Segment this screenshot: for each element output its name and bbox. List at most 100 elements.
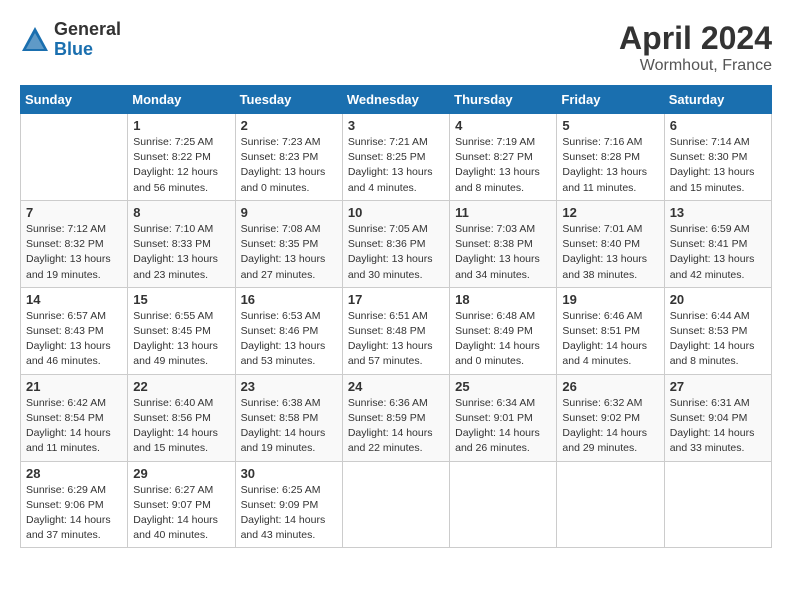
day-info: Sunrise: 7:14 AM Sunset: 8:30 PM Dayligh… bbox=[670, 135, 766, 196]
calendar-cell: 25Sunrise: 6:34 AM Sunset: 9:01 PM Dayli… bbox=[450, 374, 557, 461]
calendar-cell: 30 Sunrise: 6:25 AM Sunset: 9:09 PM Dayli… bbox=[235, 461, 342, 548]
day-number: 1 bbox=[133, 118, 229, 133]
calendar-body: 1 Sunrise: 7:25 AM Sunset: 8:22 PM Daylig… bbox=[21, 114, 772, 548]
day-number: 18 bbox=[455, 292, 551, 307]
logo-text: General Blue bbox=[54, 20, 121, 60]
day-info: Sunrise: 7:05 AM Sunset: 8:36 PM Dayligh… bbox=[348, 222, 444, 283]
day-number: 11 bbox=[455, 205, 551, 220]
calendar-cell: 9 Sunrise: 7:08 AM Sunset: 8:35 PM Daylig… bbox=[235, 200, 342, 287]
day-number: 30 bbox=[241, 466, 337, 481]
calendar-cell: 8 Sunrise: 7:10 AM Sunset: 8:33 PM Daylig… bbox=[128, 200, 235, 287]
calendar-cell: 29 Sunrise: 6:27 AM Sunset: 9:07 PM Dayli… bbox=[128, 461, 235, 548]
calendar-week-2: 7 Sunrise: 7:12 AM Sunset: 8:32 PM Daylig… bbox=[21, 200, 772, 287]
calendar-cell: 12Sunrise: 7:01 AM Sunset: 8:40 PM Dayli… bbox=[557, 200, 664, 287]
day-number: 17 bbox=[348, 292, 444, 307]
calendar-week-4: 21Sunrise: 6:42 AM Sunset: 8:54 PM Dayli… bbox=[21, 374, 772, 461]
day-number: 26 bbox=[562, 379, 658, 394]
day-number: 3 bbox=[348, 118, 444, 133]
day-info: Sunrise: 6:25 AM Sunset: 9:09 PM Dayligh… bbox=[241, 483, 337, 544]
calendar-cell: 18 Sunrise: 6:48 AM Sunset: 8:49 PM Dayli… bbox=[450, 287, 557, 374]
day-info: Sunrise: 6:51 AM Sunset: 8:48 PM Dayligh… bbox=[348, 309, 444, 370]
day-info: Sunrise: 7:12 AM Sunset: 8:32 PM Dayligh… bbox=[26, 222, 122, 283]
calendar-cell: 6Sunrise: 7:14 AM Sunset: 8:30 PM Daylig… bbox=[664, 114, 771, 201]
header-cell-sunday: Sunday bbox=[21, 86, 128, 114]
calendar-cell bbox=[450, 461, 557, 548]
day-info: Sunrise: 6:29 AM Sunset: 9:06 PM Dayligh… bbox=[26, 483, 122, 544]
day-info: Sunrise: 6:27 AM Sunset: 9:07 PM Dayligh… bbox=[133, 483, 229, 544]
header-cell-thursday: Thursday bbox=[450, 86, 557, 114]
day-info: Sunrise: 6:59 AM Sunset: 8:41 PM Dayligh… bbox=[670, 222, 766, 283]
calendar-cell: 27Sunrise: 6:31 AM Sunset: 9:04 PM Dayli… bbox=[664, 374, 771, 461]
header-cell-friday: Friday bbox=[557, 86, 664, 114]
logo-blue: Blue bbox=[54, 40, 121, 60]
calendar-cell: 13 Sunrise: 6:59 AM Sunset: 8:41 PM Dayli… bbox=[664, 200, 771, 287]
page-header: General Blue April 2024 Wormhout, France bbox=[20, 20, 772, 75]
day-info: Sunrise: 6:55 AM Sunset: 8:45 PM Dayligh… bbox=[133, 309, 229, 370]
calendar-cell: 3 Sunrise: 7:21 AM Sunset: 8:25 PM Daylig… bbox=[342, 114, 449, 201]
day-number: 4 bbox=[455, 118, 551, 133]
day-number: 23 bbox=[241, 379, 337, 394]
day-info: Sunrise: 6:40 AM Sunset: 8:56 PM Dayligh… bbox=[133, 396, 229, 457]
day-number: 14 bbox=[26, 292, 122, 307]
calendar-cell: 2 Sunrise: 7:23 AM Sunset: 8:23 PM Daylig… bbox=[235, 114, 342, 201]
calendar-cell: 5 Sunrise: 7:16 AM Sunset: 8:28 PM Daylig… bbox=[557, 114, 664, 201]
day-info: Sunrise: 7:01 AM Sunset: 8:40 PM Dayligh… bbox=[562, 222, 658, 283]
day-info: Sunrise: 6:46 AM Sunset: 8:51 PM Dayligh… bbox=[562, 309, 658, 370]
calendar-cell: 23Sunrise: 6:38 AM Sunset: 8:58 PM Dayli… bbox=[235, 374, 342, 461]
day-info: Sunrise: 6:44 AM Sunset: 8:53 PM Dayligh… bbox=[670, 309, 766, 370]
day-info: Sunrise: 7:23 AM Sunset: 8:23 PM Dayligh… bbox=[241, 135, 337, 196]
header-cell-saturday: Saturday bbox=[664, 86, 771, 114]
month-year-title: April 2024 bbox=[619, 20, 772, 57]
calendar-cell: 10Sunrise: 7:05 AM Sunset: 8:36 PM Dayli… bbox=[342, 200, 449, 287]
calendar-cell: 15Sunrise: 6:55 AM Sunset: 8:45 PM Dayli… bbox=[128, 287, 235, 374]
day-info: Sunrise: 6:48 AM Sunset: 8:49 PM Dayligh… bbox=[455, 309, 551, 370]
day-info: Sunrise: 6:42 AM Sunset: 8:54 PM Dayligh… bbox=[26, 396, 122, 457]
calendar-cell: 21Sunrise: 6:42 AM Sunset: 8:54 PM Dayli… bbox=[21, 374, 128, 461]
day-number: 13 bbox=[670, 205, 766, 220]
day-info: Sunrise: 7:08 AM Sunset: 8:35 PM Dayligh… bbox=[241, 222, 337, 283]
logo: General Blue bbox=[20, 20, 121, 60]
calendar-cell: 16 Sunrise: 6:53 AM Sunset: 8:46 PM Dayli… bbox=[235, 287, 342, 374]
day-info: Sunrise: 7:19 AM Sunset: 8:27 PM Dayligh… bbox=[455, 135, 551, 196]
day-number: 9 bbox=[241, 205, 337, 220]
day-info: Sunrise: 7:25 AM Sunset: 8:22 PM Dayligh… bbox=[133, 135, 229, 196]
day-info: Sunrise: 7:21 AM Sunset: 8:25 PM Dayligh… bbox=[348, 135, 444, 196]
day-number: 7 bbox=[26, 205, 122, 220]
calendar-cell: 11 Sunrise: 7:03 AM Sunset: 8:38 PM Dayli… bbox=[450, 200, 557, 287]
calendar-cell bbox=[664, 461, 771, 548]
day-info: Sunrise: 6:53 AM Sunset: 8:46 PM Dayligh… bbox=[241, 309, 337, 370]
day-number: 20 bbox=[670, 292, 766, 307]
calendar-cell: 1 Sunrise: 7:25 AM Sunset: 8:22 PM Daylig… bbox=[128, 114, 235, 201]
day-number: 28 bbox=[26, 466, 122, 481]
day-info: Sunrise: 7:10 AM Sunset: 8:33 PM Dayligh… bbox=[133, 222, 229, 283]
day-info: Sunrise: 7:16 AM Sunset: 8:28 PM Dayligh… bbox=[562, 135, 658, 196]
calendar-week-1: 1 Sunrise: 7:25 AM Sunset: 8:22 PM Daylig… bbox=[21, 114, 772, 201]
calendar-cell: 28 Sunrise: 6:29 AM Sunset: 9:06 PM Dayli… bbox=[21, 461, 128, 548]
day-info: Sunrise: 6:31 AM Sunset: 9:04 PM Dayligh… bbox=[670, 396, 766, 457]
calendar-cell: 22 Sunrise: 6:40 AM Sunset: 8:56 PM Dayli… bbox=[128, 374, 235, 461]
day-info: Sunrise: 6:57 AM Sunset: 8:43 PM Dayligh… bbox=[26, 309, 122, 370]
day-number: 29 bbox=[133, 466, 229, 481]
calendar-cell: 14 Sunrise: 6:57 AM Sunset: 8:43 PM Dayli… bbox=[21, 287, 128, 374]
calendar-week-3: 14 Sunrise: 6:57 AM Sunset: 8:43 PM Dayli… bbox=[21, 287, 772, 374]
day-number: 24 bbox=[348, 379, 444, 394]
calendar-cell: 26 Sunrise: 6:32 AM Sunset: 9:02 PM Dayli… bbox=[557, 374, 664, 461]
day-info: Sunrise: 6:32 AM Sunset: 9:02 PM Dayligh… bbox=[562, 396, 658, 457]
day-info: Sunrise: 7:03 AM Sunset: 8:38 PM Dayligh… bbox=[455, 222, 551, 283]
logo-icon bbox=[20, 25, 50, 55]
day-number: 22 bbox=[133, 379, 229, 394]
calendar-header: SundayMondayTuesdayWednesdayThursdayFrid… bbox=[21, 86, 772, 114]
calendar-cell: 17 Sunrise: 6:51 AM Sunset: 8:48 PM Dayli… bbox=[342, 287, 449, 374]
title-section: April 2024 Wormhout, France bbox=[619, 20, 772, 75]
day-number: 5 bbox=[562, 118, 658, 133]
day-number: 19 bbox=[562, 292, 658, 307]
header-cell-wednesday: Wednesday bbox=[342, 86, 449, 114]
header-cell-tuesday: Tuesday bbox=[235, 86, 342, 114]
day-info: Sunrise: 6:34 AM Sunset: 9:01 PM Dayligh… bbox=[455, 396, 551, 457]
day-number: 2 bbox=[241, 118, 337, 133]
calendar-cell: 20 Sunrise: 6:44 AM Sunset: 8:53 PM Dayli… bbox=[664, 287, 771, 374]
calendar-cell: 19 Sunrise: 6:46 AM Sunset: 8:51 PM Dayli… bbox=[557, 287, 664, 374]
day-number: 16 bbox=[241, 292, 337, 307]
day-info: Sunrise: 6:36 AM Sunset: 8:59 PM Dayligh… bbox=[348, 396, 444, 457]
day-number: 8 bbox=[133, 205, 229, 220]
